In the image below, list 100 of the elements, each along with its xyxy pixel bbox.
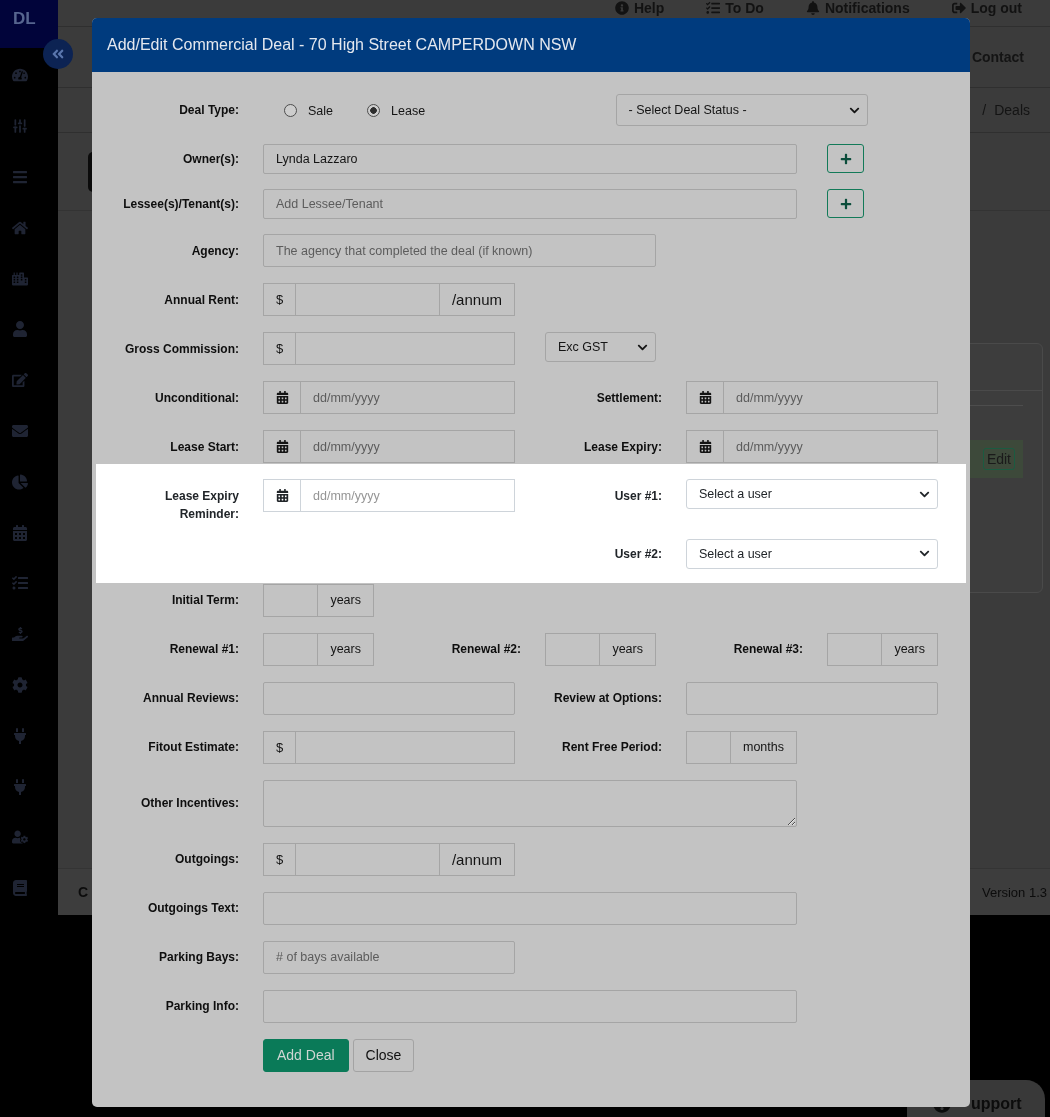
- text-input[interactable]: [263, 891, 797, 925]
- field-label: Review at Options:: [553, 690, 662, 707]
- calendar-addon[interactable]: [686, 381, 724, 414]
- date-input[interactable]: dd/mm/yyyy: [300, 430, 515, 463]
- logo[interactable]: DL: [0, 0, 58, 48]
- field-label: Agency:: [191, 242, 239, 260]
- text-input[interactable]: # of bays available: [263, 940, 515, 974]
- add-deal-button[interactable]: Add Deal: [263, 1038, 349, 1072]
- number-input[interactable]: [263, 632, 319, 666]
- amount-input[interactable]: [295, 332, 515, 365]
- field-label: Owner(s):: [183, 151, 239, 168]
- unit-label: years: [599, 632, 656, 666]
- text-input[interactable]: [686, 681, 938, 715]
- buildings-icon[interactable]: [12, 270, 28, 287]
- field-label: Outgoings:: [175, 851, 239, 868]
- unit-label: /annum: [438, 283, 515, 316]
- number-input[interactable]: [827, 632, 883, 666]
- date-input[interactable]: dd/mm/yyyy: [300, 381, 515, 414]
- dropdown-select[interactable]: Select a user: [686, 538, 938, 569]
- gauge-icon[interactable]: [12, 67, 28, 84]
- field-label: Lease Expiry:: [583, 438, 662, 456]
- menu-icon[interactable]: [12, 169, 28, 185]
- field-label: Settlement:: [596, 389, 662, 407]
- text-input[interactable]: [263, 681, 515, 715]
- calendar-icon: [275, 440, 289, 453]
- plus-icon: [839, 152, 852, 165]
- field-label: User #2:: [614, 545, 662, 563]
- plug-icon[interactable]: [12, 727, 28, 744]
- field-label: Renewal #3:: [733, 641, 803, 658]
- field-label: Unconditional:: [155, 389, 239, 407]
- field-label: Annual Reviews:: [142, 690, 239, 707]
- plug-icon[interactable]: [12, 778, 28, 795]
- settings-icon[interactable]: [12, 676, 28, 693]
- add-button[interactable]: [827, 144, 864, 173]
- date-input[interactable]: dd/mm/yyyy: [723, 381, 938, 414]
- unit-label: years: [317, 583, 374, 617]
- text-input[interactable]: Lynda Lazzaro: [263, 144, 797, 174]
- sliders-icon[interactable]: [12, 118, 28, 135]
- field-label: Lease Start:: [170, 438, 239, 456]
- logout-icon: [951, 1, 966, 15]
- field-label: Deal Type:: [179, 102, 239, 119]
- number-input[interactable]: [545, 632, 601, 666]
- amount-input[interactable]: [295, 283, 440, 316]
- unit-label: years: [881, 632, 938, 666]
- field-label: Other Incentives:: [140, 795, 239, 812]
- field-label: Lease Expiry Reminder:: [163, 487, 239, 523]
- field-label: Parking Bays:: [158, 949, 239, 966]
- dropdown-select[interactable]: Select a user: [686, 479, 938, 509]
- radio-label[interactable]: Lease: [391, 102, 426, 118]
- currency-symbol: $: [263, 730, 297, 764]
- add-button[interactable]: [827, 189, 864, 218]
- checklist-icon[interactable]: [12, 575, 28, 592]
- dialog-title: Add/Edit Commercial Deal - 70 High Street CAMPERDOWN NSW: [107, 36, 577, 54]
- calendar-addon[interactable]: [263, 430, 301, 463]
- home-icon[interactable]: [12, 219, 28, 236]
- dropdown-select[interactable]: - Select Deal Status -: [615, 94, 868, 126]
- calendar-addon[interactable]: [263, 381, 301, 414]
- number-input[interactable]: [263, 583, 319, 617]
- number-input[interactable]: [686, 730, 731, 764]
- field-label: Initial Term:: [171, 592, 239, 609]
- text-input[interactable]: [263, 989, 797, 1023]
- chevron-down-icon: [919, 548, 930, 559]
- unit-label: years: [317, 632, 374, 666]
- dropdown-select[interactable]: Exc GST: [545, 332, 656, 362]
- text-input[interactable]: The agency that completed the deal (if known): [263, 234, 656, 267]
- user-gear-icon[interactable]: [12, 829, 28, 846]
- field-label: Fitout Estimate:: [148, 739, 239, 756]
- field-label: Lessee(s)/Tenant(s):: [123, 196, 239, 213]
- field-label: Annual Rent:: [164, 291, 239, 309]
- calendar-icon[interactable]: [12, 524, 28, 541]
- text-input[interactable]: Add Lessee/Tenant: [263, 189, 797, 219]
- edit-icon[interactable]: [12, 372, 28, 389]
- breadcrumb-separator: /: [981, 102, 988, 118]
- amount-input[interactable]: [295, 842, 440, 876]
- book-icon[interactable]: [12, 880, 28, 897]
- currency-symbol: $: [263, 283, 297, 316]
- calendar-icon: [698, 440, 712, 453]
- calendar-addon[interactable]: [263, 479, 301, 512]
- info-icon: [614, 1, 629, 15]
- field-label: Renewal #2:: [451, 641, 521, 658]
- date-input[interactable]: dd/mm/yyyy: [300, 479, 515, 512]
- close-button[interactable]: Close: [352, 1038, 415, 1072]
- bell-icon: [805, 1, 820, 15]
- user-icon[interactable]: [12, 321, 28, 338]
- field-label: Outgoings Text:: [147, 900, 239, 917]
- radio-button[interactable]: [367, 103, 381, 117]
- envelope-icon[interactable]: [12, 422, 28, 439]
- amount-input[interactable]: [295, 730, 515, 764]
- text-area[interactable]: [263, 779, 797, 827]
- unit-label: /annum: [438, 842, 515, 876]
- radio-label[interactable]: Sale: [308, 102, 334, 118]
- calendar-icon: [698, 391, 712, 404]
- date-input[interactable]: dd/mm/yyyy: [723, 430, 938, 463]
- dollar-hand-icon[interactable]: [12, 626, 28, 643]
- pie-chart-icon[interactable]: [12, 473, 28, 490]
- calendar-addon[interactable]: [686, 430, 724, 463]
- radio-button[interactable]: [284, 103, 297, 117]
- calendar-icon: [275, 391, 289, 404]
- calendar-icon: [275, 489, 289, 502]
- field-label: Gross Commission:: [124, 340, 239, 358]
